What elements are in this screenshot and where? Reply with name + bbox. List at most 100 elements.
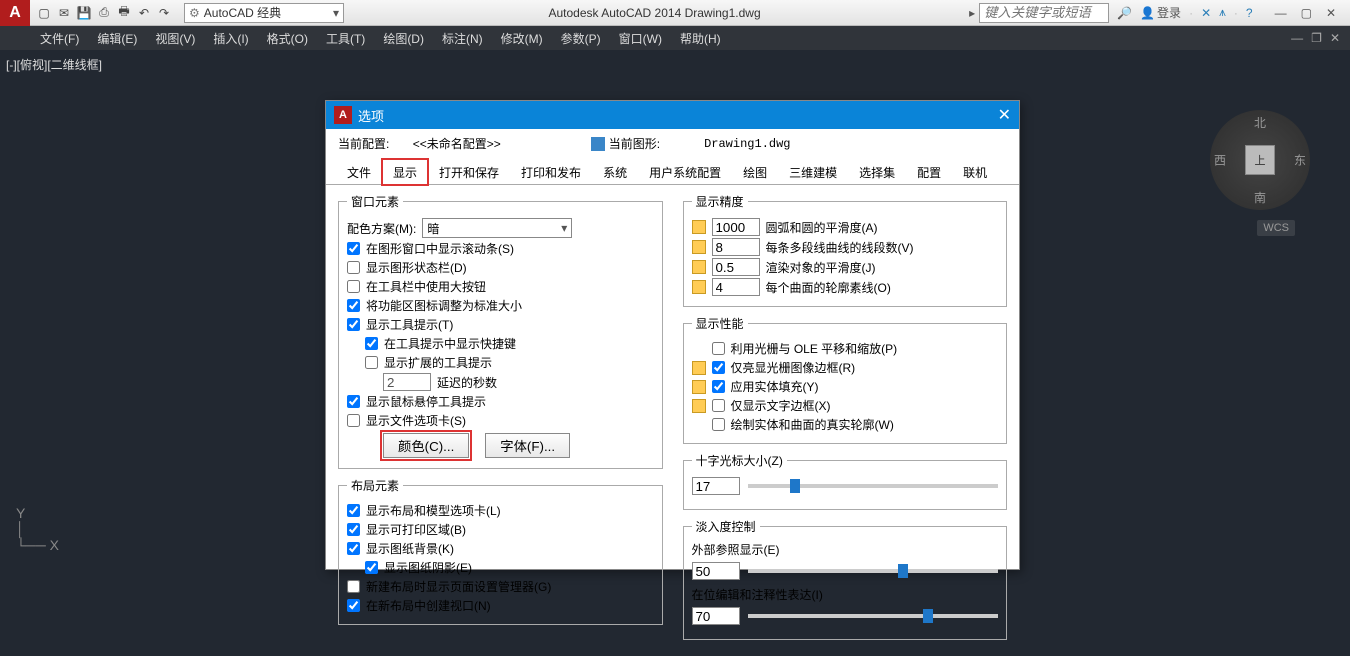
cb-tooltips-ext-label: 显示扩展的工具提示	[384, 354, 492, 371]
cb-true-silhouette[interactable]	[712, 418, 725, 431]
help-icon[interactable]: ?	[1246, 6, 1253, 20]
menu-view[interactable]: 视图(V)	[155, 30, 195, 47]
cb-highlight-raster[interactable]	[712, 361, 725, 374]
cb-drawing-status[interactable]	[347, 261, 360, 274]
mdi-restore-icon[interactable]: ❐	[1311, 31, 1322, 45]
tab-open-save[interactable]: 打开和保存	[428, 159, 510, 185]
cb-ribbon-icons[interactable]	[347, 299, 360, 312]
mdi-close-icon[interactable]: ✕	[1330, 31, 1340, 45]
cb-scrollbars[interactable]	[347, 242, 360, 255]
redo-icon[interactable]: ↷	[156, 5, 172, 21]
autodesk360-icon[interactable]: ⩚	[1219, 5, 1226, 20]
maximize-button[interactable]: ▢	[1301, 6, 1312, 20]
cb-text-boundary[interactable]	[712, 399, 725, 412]
surface-lines-input[interactable]	[712, 278, 760, 296]
xref-display-slider[interactable]	[748, 569, 999, 573]
open-icon[interactable]: ✉	[56, 5, 72, 21]
menu-draw[interactable]: 绘图(D)	[383, 30, 424, 47]
viewcube[interactable]: 北 南 东 西 上	[1210, 110, 1310, 210]
crosshair-label: 十字光标大小(Z)	[692, 452, 787, 469]
saveas-icon[interactable]: ⎙	[96, 5, 112, 21]
menu-insert[interactable]: 插入(I)	[213, 30, 248, 47]
render-smooth-input[interactable]	[712, 258, 760, 276]
tab-drafting[interactable]: 绘图	[732, 159, 778, 185]
menu-dimension[interactable]: 标注(N)	[442, 30, 483, 47]
viewcube-north[interactable]: 北	[1254, 114, 1266, 131]
polyline-seg-input[interactable]	[712, 238, 760, 256]
pref-icon	[692, 260, 706, 274]
cb-printable-area[interactable]	[347, 523, 360, 536]
viewcube-south[interactable]: 南	[1254, 189, 1266, 206]
drawing-icon	[591, 137, 605, 151]
menu-file[interactable]: 文件(F)	[40, 30, 79, 47]
gear-icon: ⚙	[189, 6, 200, 20]
tab-display[interactable]: 显示	[382, 159, 428, 185]
search-arrow-icon[interactable]: ▸	[965, 6, 979, 20]
menu-help[interactable]: 帮助(H)	[680, 30, 721, 47]
tab-3d-modeling[interactable]: 三维建模	[778, 159, 848, 185]
tab-user-prefs[interactable]: 用户系统配置	[638, 159, 732, 185]
viewcube-west[interactable]: 西	[1214, 152, 1226, 169]
viewcube-east[interactable]: 东	[1294, 152, 1306, 169]
cb-tooltips-shortcut[interactable]	[365, 337, 378, 350]
cb-large-buttons[interactable]	[347, 280, 360, 293]
xref-display-input[interactable]	[692, 562, 740, 580]
menu-modify[interactable]: 修改(M)	[501, 30, 543, 47]
menu-tools[interactable]: 工具(T)	[326, 30, 365, 47]
binoculars-icon[interactable]: 🔎	[1117, 6, 1132, 20]
wcs-label[interactable]: WCS	[1257, 220, 1295, 236]
cb-solid-fill[interactable]	[712, 380, 725, 393]
color-scheme-label: 配色方案(M):	[347, 220, 416, 237]
tab-plot[interactable]: 打印和发布	[510, 159, 592, 185]
cb-file-tabs[interactable]	[347, 414, 360, 427]
dialog-close-button[interactable]: ✕	[998, 105, 1011, 125]
cb-paper-shadow[interactable]	[365, 561, 378, 574]
crosshair-slider[interactable]	[748, 484, 999, 488]
menu-edit[interactable]: 编辑(E)	[97, 30, 137, 47]
cb-tooltips[interactable]	[347, 318, 360, 331]
menu-window[interactable]: 窗口(W)	[619, 30, 662, 47]
dialog-header: 当前配置: <<未命名配置>> 当前图形: Drawing1.dwg	[326, 129, 1019, 158]
cb-hover-tooltips[interactable]	[347, 395, 360, 408]
cb-raster-ole[interactable]	[712, 342, 725, 355]
tab-selection[interactable]: 选择集	[848, 159, 906, 185]
close-button[interactable]: ✕	[1326, 6, 1336, 20]
save-icon[interactable]: 💾	[76, 5, 92, 21]
inplace-edit-slider[interactable]	[748, 614, 999, 618]
options-dialog: A 选项 ✕ 当前配置: <<未命名配置>> 当前图形: Drawing1.dw…	[325, 100, 1020, 570]
cb-text-boundary-label: 仅显示文字边框(X)	[731, 397, 831, 414]
app-logo-icon[interactable]: A	[0, 0, 30, 26]
viewcube-top[interactable]: 上	[1245, 145, 1275, 175]
cb-page-setup-mgr[interactable]	[347, 580, 360, 593]
search-input[interactable]	[979, 3, 1109, 23]
signin-button[interactable]: 👤 登录	[1140, 4, 1181, 21]
menu-format[interactable]: 格式(O)	[267, 30, 308, 47]
crosshair-input[interactable]	[692, 477, 740, 495]
fonts-button[interactable]: 字体(F)...	[485, 433, 570, 458]
cb-layout-tabs[interactable]	[347, 504, 360, 517]
color-scheme-combo[interactable]: 暗 ▾	[422, 218, 572, 238]
colors-button[interactable]: 颜色(C)...	[383, 433, 469, 458]
viewport-label[interactable]: [-][俯视][二维线框]	[6, 56, 102, 73]
cb-paper-bg[interactable]	[347, 542, 360, 555]
tab-system[interactable]: 系统	[592, 159, 638, 185]
cb-highlight-raster-label: 仅亮显光栅图像边框(R)	[731, 359, 856, 376]
cb-tooltips-ext[interactable]	[365, 356, 378, 369]
plot-icon[interactable]: 🖶	[116, 5, 132, 21]
tab-profiles[interactable]: 配置	[906, 159, 952, 185]
dialog-titlebar[interactable]: A 选项 ✕	[326, 101, 1019, 129]
inplace-edit-input[interactable]	[692, 607, 740, 625]
cb-viewport-new[interactable]	[347, 599, 360, 612]
tab-online[interactable]: 联机	[952, 159, 998, 185]
arc-smooth-input[interactable]	[712, 218, 760, 236]
exchange-icon[interactable]: ✕	[1201, 6, 1211, 20]
cb-viewport-new-label: 在新布局中创建视口(N)	[366, 597, 491, 614]
tab-file[interactable]: 文件	[336, 159, 382, 185]
minimize-button[interactable]: —	[1275, 6, 1287, 20]
new-icon[interactable]: ▢	[36, 5, 52, 21]
mdi-minimize-icon[interactable]: —	[1291, 31, 1303, 45]
inplace-edit-label: 在位编辑和注释性表达(I)	[692, 586, 999, 603]
workspace-selector[interactable]: ⚙ AutoCAD 经典 ▾	[184, 3, 344, 23]
undo-icon[interactable]: ↶	[136, 5, 152, 21]
menu-parametric[interactable]: 参数(P)	[561, 30, 601, 47]
